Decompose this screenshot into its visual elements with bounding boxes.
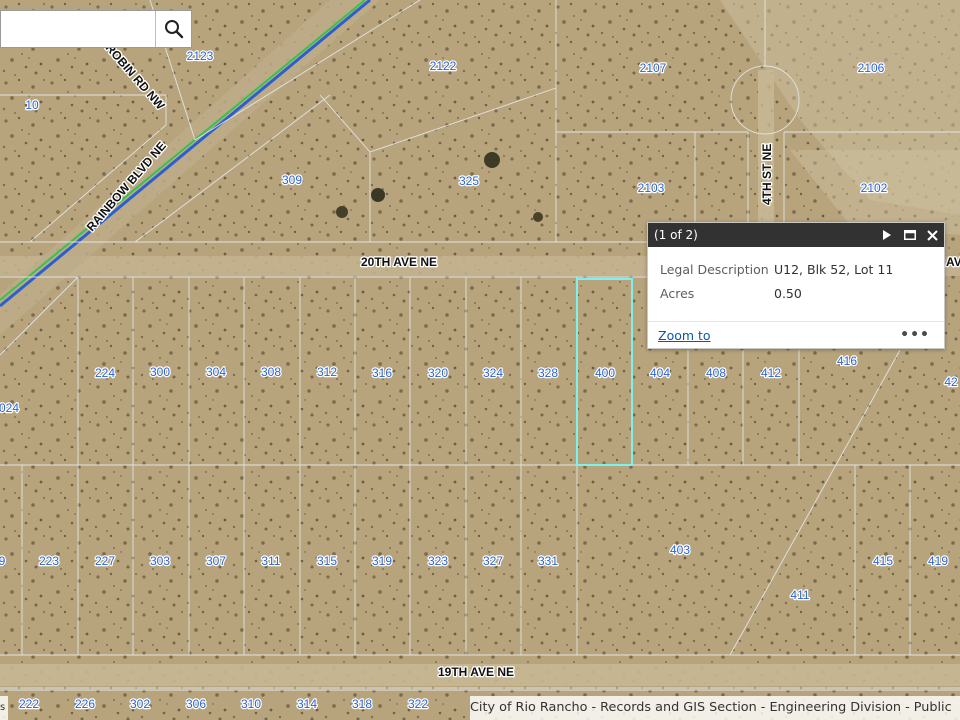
parcel-label: 2122 — [430, 59, 457, 73]
attribution-left: s — [0, 696, 8, 720]
next-feature-button[interactable] — [875, 223, 898, 247]
parcel-label: 415 — [873, 554, 893, 568]
parcel-label: 411 — [790, 588, 809, 602]
maximize-icon — [903, 230, 916, 240]
parcel-label: 312 — [317, 365, 337, 379]
parcel-label: 320 — [428, 366, 448, 380]
more-options-button[interactable]: ••• — [900, 327, 930, 343]
dock-button[interactable] — [898, 223, 921, 247]
attribute-value: 0.50 — [774, 285, 802, 301]
parcel-label: 311 — [261, 554, 280, 568]
parcel-label: 310 — [241, 697, 261, 711]
parcel-label: 403 — [670, 543, 690, 557]
parcel-label: 226 — [75, 697, 95, 711]
street-label-4th: 4TH ST NE — [760, 144, 774, 205]
popup-header: (1 of 2) — [648, 223, 944, 247]
parcel-label: 400 — [595, 366, 615, 380]
parcel-label: 314 — [297, 697, 317, 711]
attribute-name: Legal Description — [660, 261, 769, 277]
parcel-label: 2102 — [861, 181, 888, 195]
parcel-label: 2103 — [638, 181, 665, 195]
parcel-label: 307 — [206, 554, 226, 568]
parcel-map[interactable]: ROBIN RD NW RAINBOW BLVD NE 4TH ST NE 20… — [0, 0, 960, 720]
street-label-19th: 19TH AVE NE — [438, 665, 514, 679]
parcel-label: 419 — [928, 554, 948, 568]
parcel-label: 9 — [0, 554, 6, 568]
parcel-label: 306 — [186, 697, 206, 711]
parcel-label: 404 — [650, 366, 670, 380]
parcel-label: 315 — [317, 554, 337, 568]
parcel-label: 2106 — [858, 61, 885, 75]
parcel-label: 2107 — [640, 61, 667, 75]
parcel-label: 42 — [944, 375, 958, 389]
street-label-ave-right: AV — [946, 255, 960, 269]
parcel-label: 322 — [408, 697, 428, 711]
popup-body: Legal Description U12, Blk 52, Lot 11 Ac… — [648, 247, 944, 305]
street-label-20th: 20TH AVE NE — [361, 255, 437, 269]
parcel-label: 327 — [483, 554, 503, 568]
close-icon — [927, 229, 938, 241]
parcel-label: 300 — [150, 365, 170, 379]
parcel-label: 412 — [761, 366, 781, 380]
parcel-label: 408 — [706, 366, 726, 380]
attribute-row: Legal Description U12, Blk 52, Lot 11 — [660, 257, 932, 281]
attribute-row: Acres 0.50 — [660, 281, 932, 305]
parcel-label: 224 — [95, 366, 115, 380]
zoom-to-link[interactable]: Zoom to — [658, 328, 711, 343]
attribute-value: U12, Blk 52, Lot 11 — [774, 261, 894, 277]
parcel-label: 328 — [538, 366, 558, 380]
parcel-label: 2123 — [187, 49, 214, 63]
parcel-label: 319 — [372, 554, 392, 568]
parcel-label: 324 — [483, 366, 503, 380]
parcel-label: 304 — [206, 365, 226, 379]
popup-footer: Zoom to ••• — [648, 321, 944, 348]
search-button[interactable] — [155, 11, 191, 47]
feature-popup: (1 of 2) Legal Description U12, Blk 52, … — [647, 222, 945, 349]
parcel-label: 308 — [261, 365, 281, 379]
search-icon — [164, 20, 183, 39]
play-icon — [882, 230, 891, 240]
close-popup-button[interactable] — [921, 223, 944, 247]
parcel-label: 331 — [538, 554, 558, 568]
attribute-name: Acres — [660, 285, 695, 301]
search-input[interactable] — [0, 11, 155, 47]
parcel-label: 10 — [25, 98, 39, 112]
parcel-label: 024 — [0, 401, 19, 415]
map-attribution: City of Rio Rancho - Records and GIS Sec… — [470, 696, 960, 720]
parcel-label: 303 — [150, 554, 170, 568]
popup-feature-count: (1 of 2) — [654, 228, 698, 242]
parcel-label: 302 — [130, 697, 150, 711]
parcel-label: 325 — [459, 174, 479, 188]
parcel-label: 318 — [352, 697, 372, 711]
parcel-label: 222 — [19, 697, 39, 711]
parcel-label: 416 — [837, 354, 857, 368]
search-box — [0, 10, 192, 48]
parcel-label: 227 — [95, 554, 115, 568]
parcel-label: 323 — [428, 554, 448, 568]
parcel-label: 223 — [39, 554, 59, 568]
parcel-label: 309 — [282, 173, 302, 187]
parcel-label: 316 — [372, 366, 392, 380]
